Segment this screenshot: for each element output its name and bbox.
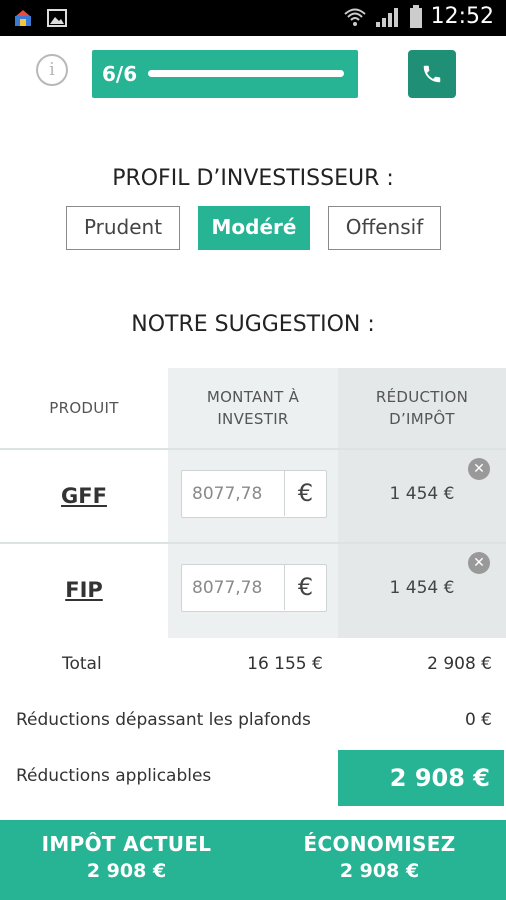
amount-input-fip[interactable]: 8077,78 € — [181, 564, 327, 612]
info-icon[interactable]: i — [36, 54, 68, 86]
product-link-fip[interactable]: FIP — [0, 544, 168, 636]
app-notification-icon — [15, 10, 31, 26]
savings-block: ÉCONOMISEZ 2 908 € — [253, 832, 506, 882]
table-header: PRODUIT MONTANT À INVESTIR RÉDUCTION D’I… — [0, 368, 506, 448]
app-header: i 6/6 — [0, 36, 506, 98]
status-bar-indicators: 12:52 — [343, 4, 494, 29]
profile-title: PROFIL D’INVESTISSEUR : — [112, 166, 394, 191]
profile-option-modere[interactable]: Modéré — [198, 206, 310, 250]
amount-value: 8077,78 — [192, 484, 263, 504]
current-tax-value: 2 908 € — [86, 860, 167, 882]
applicable-label: Réductions applicables — [16, 766, 212, 786]
total-amount: 16 155 € — [247, 654, 323, 674]
status-bar-notifications — [12, 7, 68, 29]
suggestion-title: NOTRE SUGGESTION : — [131, 312, 375, 337]
savings-label: ÉCONOMISEZ — [303, 832, 456, 856]
progress-fill — [148, 70, 344, 77]
currency-euro: € — [284, 471, 326, 516]
product-link-gff[interactable]: GFF — [0, 450, 168, 542]
image-notification-icon — [47, 9, 67, 27]
over-limit-label: Réductions dépassant les plafonds — [16, 710, 311, 730]
profile-option-prudent[interactable]: Prudent — [66, 206, 180, 250]
reduction-value: 1 454 € — [389, 484, 455, 504]
savings-value: 2 908 € — [339, 860, 420, 882]
amount-input-gff[interactable]: 8077,78 € — [181, 470, 327, 518]
reduction-value: 1 454 € — [389, 578, 455, 598]
signal-icon — [375, 7, 398, 27]
header-amount: MONTANT À INVESTIR — [206, 388, 300, 428]
over-limit-value: 0 € — [464, 710, 492, 730]
table-row: GFF 8077,78 € 1 454 € ✕ — [0, 450, 506, 542]
clock: 12:52 — [430, 4, 494, 29]
battery-icon — [409, 4, 422, 28]
remove-fip-icon[interactable]: ✕ — [468, 552, 490, 574]
progress-indicator: 6/6 — [92, 50, 358, 98]
profile-option-offensif[interactable]: Offensif — [328, 206, 441, 250]
current-tax-block: IMPÔT ACTUEL 2 908 € — [0, 832, 253, 882]
currency-euro: € — [284, 565, 326, 610]
suggestion-table: PRODUIT MONTANT À INVESTIR RÉDUCTION D’I… — [0, 368, 506, 638]
summary-footer: IMPÔT ACTUEL 2 908 € ÉCONOMISEZ 2 908 € — [0, 820, 506, 900]
table-row: FIP 8077,78 € 1 454 € ✕ — [0, 544, 506, 636]
progress-track — [148, 70, 344, 77]
total-row: Total 16 155 € 2 908 € — [0, 646, 506, 686]
phone-icon — [423, 65, 441, 83]
over-limit-row: Réductions dépassant les plafonds 0 € — [0, 702, 506, 742]
call-button[interactable] — [408, 50, 456, 98]
total-label: Total — [62, 654, 102, 674]
amount-value: 8077,78 — [192, 578, 263, 598]
remove-gff-icon[interactable]: ✕ — [468, 458, 490, 480]
header-reduction: RÉDUCTION D’IMPÔT — [375, 388, 469, 428]
total-reduction: 2 908 € — [427, 654, 492, 674]
current-tax-label: IMPÔT ACTUEL — [41, 832, 212, 856]
wifi-icon — [343, 8, 366, 26]
header-product: PRODUIT — [49, 399, 119, 417]
status-bar: 12:52 — [0, 0, 506, 36]
progress-label: 6/6 — [102, 62, 138, 86]
applicable-value: 2 908 € — [338, 750, 504, 806]
